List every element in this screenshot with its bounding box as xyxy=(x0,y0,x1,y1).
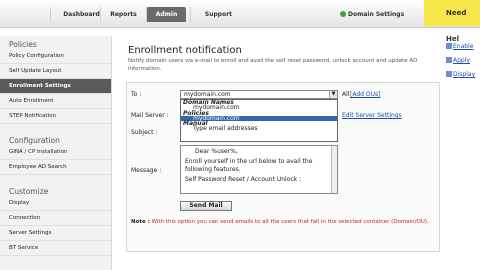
tab-admin[interactable]: Admin xyxy=(146,7,186,22)
tab-reports[interactable]: Reports xyxy=(100,7,146,22)
chevron-down-icon[interactable]: ▼ xyxy=(329,91,337,98)
domain-settings-label: Domain Settings xyxy=(348,11,405,18)
subject-label: Subject : xyxy=(131,129,158,136)
message-line: Enroll yourself in the url below to avai… xyxy=(185,158,313,173)
display-link[interactable]: Display xyxy=(446,68,480,82)
enable-link[interactable]: Enable xyxy=(446,40,480,54)
sidebar-item-auto-enrollment[interactable]: Auto Enrollment xyxy=(0,94,111,109)
domain-settings-icon xyxy=(340,11,346,17)
sidebar-item-employee-ad-search[interactable]: Employee AD Search xyxy=(0,160,111,175)
page-description: Notify domain users via e-mail to enroll… xyxy=(128,58,418,72)
sidebar-item-step-notification[interactable]: STEP Notification xyxy=(0,109,111,124)
send-mail-button[interactable]: Send Mail xyxy=(180,201,232,211)
need-help-button[interactable]: Need Hel xyxy=(424,0,480,43)
sidebar-item-gina-cp-installation[interactable]: GINA / CP Installation xyxy=(0,145,111,160)
sidebar: Policies Policy Configuration Self Updat… xyxy=(0,36,112,270)
apply-icon xyxy=(446,57,452,63)
enable-link-label: Enable xyxy=(453,43,474,50)
all-text: All xyxy=(342,91,350,98)
edit-server-settings-link[interactable]: Edit Server Settings xyxy=(342,112,402,119)
note-body: With this option you can send emails to … xyxy=(151,219,429,225)
to-dropdown-list[interactable]: Domain Names mydomain.com Policies mydom… xyxy=(180,99,338,142)
tab-support[interactable]: Support xyxy=(190,7,246,22)
message-label: Message : xyxy=(131,167,162,174)
top-nav-bar: Dashboard Reports Admin Support Domain S… xyxy=(0,0,480,43)
sidebar-section-customize: Customize xyxy=(9,187,49,196)
domain-settings-link[interactable]: Domain Settings xyxy=(340,7,404,22)
note-label: Note : xyxy=(131,219,150,225)
sidebar-section-configuration: Configuration xyxy=(9,136,60,145)
apply-link[interactable]: Apply xyxy=(446,54,480,68)
add-ous-link[interactable]: [Add OUs] xyxy=(350,91,380,98)
display-link-label: Display xyxy=(453,71,476,78)
sidebar-item-connection[interactable]: Connection xyxy=(0,211,111,226)
to-select-value: mydomain.com xyxy=(184,91,231,98)
to-select[interactable]: mydomain.com ▼ xyxy=(180,90,338,99)
page-title: Enrollment notification xyxy=(128,45,242,56)
sidebar-item-server-settings[interactable]: Server Settings xyxy=(0,226,111,241)
sidebar-section-policies: Policies xyxy=(9,40,37,49)
dropdown-option-manual[interactable]: Type email addresses xyxy=(181,126,337,132)
display-icon xyxy=(446,71,452,77)
note-text: Note : With this option you can send ema… xyxy=(131,219,435,226)
sidebar-item-enrollment-settings[interactable]: Enrollment Settings xyxy=(0,79,111,94)
mail-server-label: Mail Server : xyxy=(131,112,169,119)
message-line: Dear %user%, xyxy=(195,148,238,155)
apply-link-label: Apply xyxy=(453,57,470,64)
enable-icon xyxy=(446,43,452,49)
sidebar-item-self-update-layout[interactable]: Self Update Layout xyxy=(0,64,111,79)
sidebar-item-policy-configuration[interactable]: Policy Configuration xyxy=(0,49,111,64)
message-scrollbar[interactable] xyxy=(331,146,337,193)
to-label: To : xyxy=(131,91,142,98)
message-textarea[interactable]: Dear %user%, Enroll yourself in the url … xyxy=(180,145,338,194)
sidebar-item-bt-service[interactable]: BT Service xyxy=(0,241,111,256)
sidebar-item-display[interactable]: Display xyxy=(0,196,111,211)
message-line: Self Password Reset / Account Unlock : xyxy=(185,176,302,183)
right-links-panel: Enable Apply Display xyxy=(446,40,480,82)
